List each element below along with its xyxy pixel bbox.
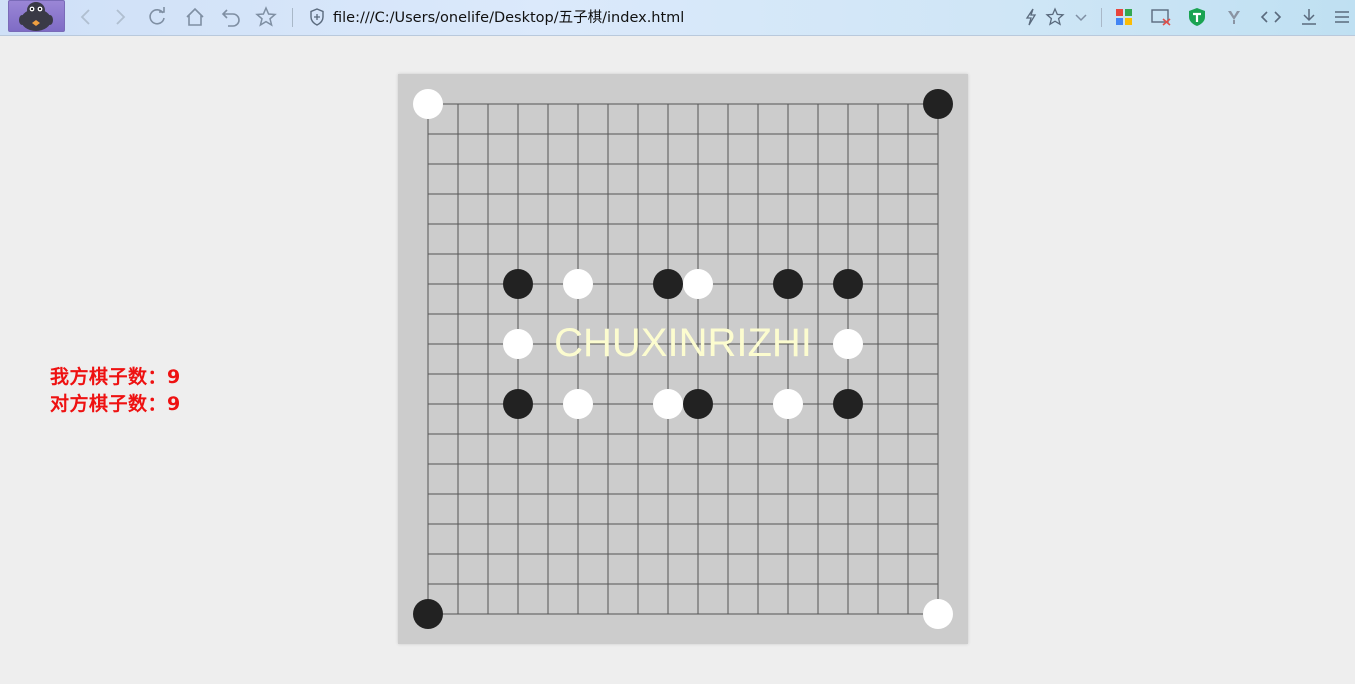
forward-button[interactable]	[108, 5, 132, 29]
gomoku-board[interactable]: CHUXINRIZHI	[398, 74, 968, 644]
white-stone	[653, 389, 683, 419]
browser-toolbar: file:///C:/Users/onelife/Desktop/五子棋/ind…	[0, 0, 1355, 36]
extension-icon	[1228, 11, 1240, 24]
white-stone	[563, 269, 593, 299]
black-stone	[503, 269, 533, 299]
download-icon	[1302, 9, 1316, 25]
white-stone	[923, 599, 953, 629]
opponent-stone-count: 对方棋子数：9	[50, 393, 181, 415]
toolbar-divider	[292, 8, 293, 27]
devtools-icon	[1260, 11, 1282, 23]
address-bar[interactable]: file:///C:/Users/onelife/Desktop/五子棋/ind…	[333, 8, 684, 28]
white-stone	[773, 389, 803, 419]
my-stone-count: 我方棋子数：9	[50, 366, 181, 388]
black-stone	[413, 599, 443, 629]
speed-mode-button[interactable]	[1019, 5, 1043, 29]
menu-icon	[1335, 11, 1349, 23]
shield-icon	[310, 8, 324, 26]
white-stone	[683, 269, 713, 299]
screenshot-button[interactable]	[1149, 5, 1173, 29]
white-stone	[503, 329, 533, 359]
white-stone	[563, 389, 593, 419]
white-stone	[413, 89, 443, 119]
home-button[interactable]	[183, 5, 207, 29]
refresh-button[interactable]	[145, 5, 169, 29]
black-stone	[833, 389, 863, 419]
download-button[interactable]	[1297, 5, 1321, 29]
black-stone	[773, 269, 803, 299]
undo-button[interactable]	[219, 5, 243, 29]
screenshot-icon	[1151, 9, 1171, 26]
black-stone	[833, 269, 863, 299]
toolbar-divider	[1101, 8, 1102, 27]
bookmark-star-icon	[1045, 7, 1065, 26]
board-canvas[interactable]	[398, 74, 968, 644]
address-dropdown-button[interactable]	[1069, 5, 1093, 29]
refresh-icon	[149, 7, 165, 25]
security-shield-icon	[1189, 8, 1205, 26]
black-stone	[923, 89, 953, 119]
chevron-down-icon	[1075, 14, 1087, 22]
lightning-icon	[1025, 8, 1037, 26]
back-icon	[80, 9, 90, 25]
favorite-button[interactable]	[254, 5, 278, 29]
penguin-avatar-icon	[19, 2, 53, 31]
user-avatar[interactable]	[8, 0, 65, 32]
home-icon	[186, 7, 204, 26]
apps-button[interactable]	[1112, 5, 1136, 29]
back-button[interactable]	[74, 5, 98, 29]
black-stone	[503, 389, 533, 419]
security-extension-button[interactable]	[1185, 5, 1209, 29]
white-stone	[833, 329, 863, 359]
devtools-button[interactable]	[1259, 5, 1283, 29]
site-security-button[interactable]	[306, 5, 328, 29]
bookmark-button[interactable]	[1043, 5, 1067, 29]
star-icon	[255, 6, 277, 27]
extension-button[interactable]	[1222, 5, 1246, 29]
undo-icon	[221, 9, 240, 27]
black-stone	[653, 269, 683, 299]
black-stone	[683, 389, 713, 419]
apps-icon	[1116, 9, 1132, 25]
menu-button[interactable]	[1330, 5, 1354, 29]
forward-icon	[116, 9, 126, 25]
